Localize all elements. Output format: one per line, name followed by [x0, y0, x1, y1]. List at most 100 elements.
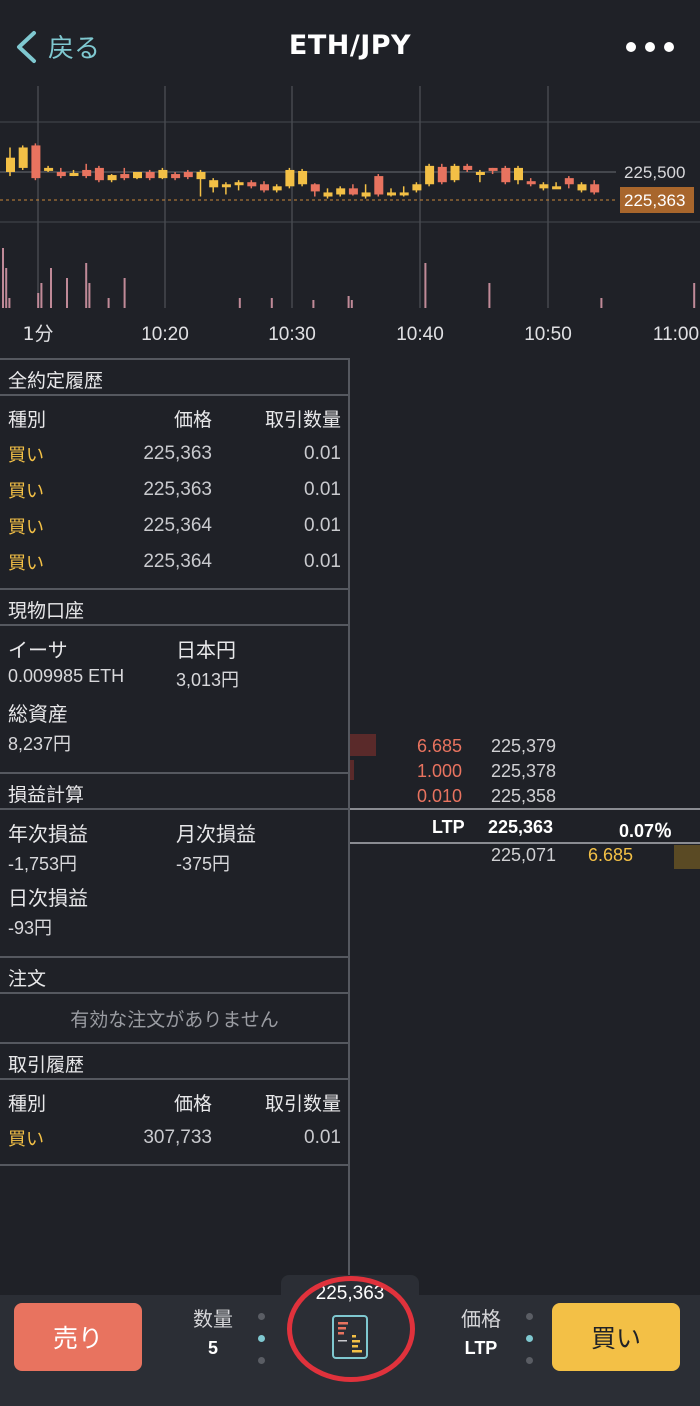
pnl-section: 年次損益 -1,753円 月次損益 -375円 日次損益 -93円 [0, 810, 349, 958]
header-qty: 取引数量 [264, 1092, 341, 1115]
candle-body [285, 169, 295, 187]
ltp-row: LTP 225,363 0.07％ [350, 808, 700, 844]
volume-bar [488, 283, 491, 308]
history-table: 種別 価格 取引数量 買い 307,733 0.01 [0, 1080, 349, 1166]
ask-row[interactable]: 6.685 225,379 [350, 736, 700, 761]
volume-bar [66, 278, 68, 308]
bid-price: 225,071 [491, 845, 557, 865]
quantity-label: 数量 [193, 1307, 233, 1331]
trade-price: 225,363 [143, 443, 212, 464]
trade-qty: 0.01 [304, 515, 341, 536]
history-price: 307,733 [143, 1127, 212, 1148]
quantity-value: 5 [207, 1338, 218, 1358]
ask-size: 6.685 [416, 736, 462, 756]
candle-body [488, 167, 498, 171]
candle-body [120, 174, 130, 179]
year-pnl-label: 年次損益 [8, 822, 88, 846]
quantity-pager-dots [258, 1309, 266, 1369]
candle-body [348, 188, 358, 195]
candlestick-chart[interactable]: 225,500 225,363 1分 10:20 10:30 10:40 10:50 11:0… [0, 86, 700, 356]
candle-body [247, 182, 257, 187]
page-title: ETH/JPY [288, 30, 412, 61]
candle-body [82, 169, 92, 177]
volume-bar [40, 283, 43, 308]
ask-price: 225,379 [491, 736, 557, 756]
trade-side: 買い [8, 481, 44, 502]
candle-body [412, 184, 422, 191]
orders-title: 注文 [0, 958, 349, 994]
more-icon[interactable] [626, 32, 674, 62]
trade-qty: 0.01 [304, 443, 341, 464]
candle-body [310, 184, 320, 192]
header-qty: 取引数量 [264, 408, 341, 431]
history-qty: 0.01 [304, 1127, 341, 1148]
candle-body [564, 178, 574, 185]
table-header: 種別 価格 取引数量 [0, 1084, 349, 1120]
price-pager-dots [526, 1309, 534, 1369]
bid-row[interactable]: 225,071 6.685 [350, 845, 700, 870]
trade-side: 買い [8, 445, 44, 466]
pnl-title: 損益計算 [0, 774, 349, 810]
candle-body [361, 192, 371, 197]
trade-price: 225,363 [143, 479, 212, 500]
jpy-label: 日本円 [176, 638, 236, 662]
volume-bar [88, 283, 91, 308]
candle-body [298, 170, 308, 185]
candle-body [323, 192, 333, 197]
sell-button[interactable]: 売り [14, 1303, 142, 1371]
volume-bar [2, 248, 4, 308]
center-price-tab: 225,363 [281, 1275, 419, 1371]
candle-body [501, 167, 511, 183]
ltp-tag-label: 225,363 [624, 191, 685, 210]
top-nav-bar: 戻る ETH/JPY [0, 0, 700, 90]
candle-body [44, 167, 54, 171]
candle-body [158, 169, 168, 179]
table-row: 買い 225,364 0.01 [0, 508, 349, 544]
order-book-icon[interactable] [332, 1315, 368, 1359]
eth-label: イーサ [8, 638, 68, 662]
account-title: 現物口座 [0, 590, 349, 626]
volume-bar [8, 298, 11, 308]
time-tick-label: 10:40 [396, 324, 444, 345]
candle-body [437, 166, 447, 183]
trade-qty: 0.01 [304, 479, 341, 500]
volume-bar [85, 263, 88, 308]
left-panel: 全約定履歴 種別 価格 取引数量 買い 225,363 0.01 買い 225,… [0, 358, 349, 1295]
candle-body [107, 175, 117, 181]
time-tick-label: 10:50 [524, 324, 572, 345]
month-pnl-label: 月次損益 [176, 822, 256, 846]
total-label: 総資産 [8, 702, 68, 726]
table-header: 種別 価格 取引数量 [0, 400, 349, 436]
candle-body [171, 174, 181, 179]
volume-bar [693, 283, 696, 308]
candle-body [374, 176, 384, 195]
ask-row[interactable]: 1.000 225,378 [350, 761, 700, 786]
price-field[interactable]: 価格 LTP [441, 1303, 521, 1359]
trade-qty: 0.01 [304, 551, 341, 572]
candle-body [94, 167, 104, 181]
order-book[interactable]: 6.685 225,379 1.000 225,378 0.010 225,35… [350, 358, 700, 1295]
center-price: 225,363 [315, 1283, 385, 1304]
candle-body [196, 172, 206, 180]
month-pnl-value: -375円 [176, 854, 231, 875]
candle-body [209, 180, 219, 188]
ask-size: 0.010 [416, 786, 462, 806]
volume-bar [50, 268, 52, 308]
candle-body [590, 184, 600, 193]
candle-body [56, 172, 66, 177]
time-tick-label: 10:20 [141, 324, 189, 345]
candle-body [260, 184, 269, 191]
price-chart[interactable]: 225,500 225,363 1分 10:20 10:30 10:40 10:50 11:0… [0, 86, 700, 356]
candle-body [514, 167, 523, 181]
volume-bar [123, 278, 126, 308]
buy-button[interactable]: 買い [552, 1303, 680, 1371]
day-pnl-label: 日次損益 [8, 886, 88, 910]
trade-price: 225,364 [143, 515, 212, 536]
quantity-field[interactable]: 数量 5 [173, 1303, 253, 1359]
candle-body [475, 172, 485, 175]
all-trades-title: 全約定履歴 [0, 360, 349, 396]
candle-body [69, 173, 79, 177]
ltp-label: LTP [432, 817, 465, 837]
volume-bar [424, 263, 427, 308]
candle-body [234, 182, 244, 186]
